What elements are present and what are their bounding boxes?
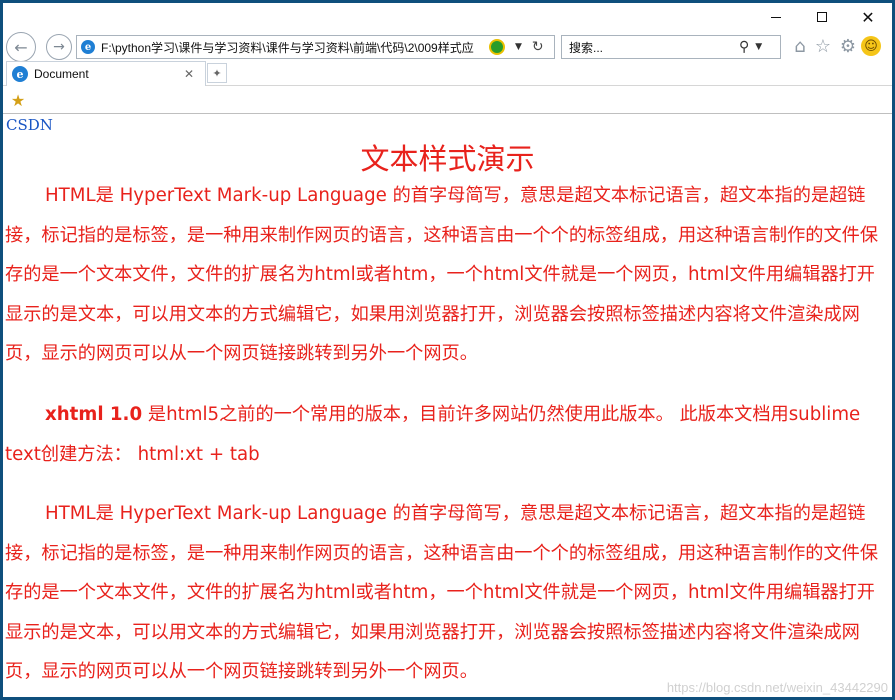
back-arrow-icon: ← <box>14 37 28 57</box>
address-text[interactable]: F:\python学习\课件与学习资料\课件与学习资料\前端\代码\2\009样… <box>101 39 489 56</box>
favorites-bar: ★ <box>3 86 892 114</box>
forward-button[interactable]: → <box>46 34 72 60</box>
minimize-icon <box>771 16 781 18</box>
settings-gear-icon[interactable]: ⚙ <box>837 35 859 57</box>
paragraph-html-intro-repeat: HTML是 HyperText Mark-up Language 的首字母简写，… <box>5 503 879 682</box>
maximize-icon <box>817 12 827 22</box>
title-bar: ✕ <box>3 3 892 31</box>
minimize-button[interactable] <box>753 3 799 31</box>
ie-icon: e <box>81 40 95 54</box>
add-favorites-icon[interactable]: ★ <box>9 91 27 110</box>
refresh-icon[interactable]: ↻ <box>532 39 544 55</box>
browser-window: ✕ ← → e F:\python学习\课件与学习资料\课件与学习资料\前端\代… <box>3 3 892 697</box>
search-box[interactable]: 搜索... ⚲ ▼ <box>561 35 781 59</box>
address-bar[interactable]: e F:\python学习\课件与学习资料\课件与学习资料\前端\代码\2\00… <box>76 35 555 59</box>
page-title: 文本样式演示 <box>360 142 535 176</box>
tab-bar: e Document ✕ ✦ <box>3 61 892 86</box>
csdn-link[interactable]: CSDN <box>6 116 53 134</box>
paragraph-html-intro: HTML是 HyperText Mark-up Language 的首字母简写，… <box>5 185 879 364</box>
compat-view-icon[interactable] <box>489 39 505 55</box>
navigation-bar: ← → e F:\python学习\课件与学习资料\课件与学习资料\前端\代码\… <box>3 31 892 62</box>
home-icon[interactable]: ⌂ <box>789 35 811 57</box>
paragraph-xhtml: xhtml 1.0 是html5之前的一个常用的版本，目前许多网站仍然使用此版本… <box>5 395 890 474</box>
xhtml-bold-label: xhtml 1.0 <box>45 404 143 425</box>
search-icon[interactable]: ⚲ <box>739 39 749 55</box>
feedback-smiley-icon[interactable]: ☺ <box>861 36 881 56</box>
address-dropdown-icon[interactable]: ▼ <box>515 42 522 52</box>
forward-arrow-icon: → <box>53 39 65 55</box>
tab-label: Document <box>34 67 89 81</box>
favorites-star-icon[interactable]: ☆ <box>812 35 834 57</box>
watermark: https://blog.csdn.net/weixin_43442290 <box>666 680 888 695</box>
tab-document[interactable]: e Document ✕ <box>6 61 206 86</box>
search-dropdown-icon[interactable]: ▼ <box>755 42 762 52</box>
tab-close-icon[interactable]: ✕ <box>184 67 194 81</box>
back-button[interactable]: ← <box>6 32 36 62</box>
page-content: CSDN 文本样式演示 HTML是 HyperText Mark-up Lang… <box>3 114 892 697</box>
close-button[interactable]: ✕ <box>845 3 891 31</box>
new-tab-button[interactable]: ✦ <box>207 63 227 83</box>
maximize-button[interactable] <box>799 3 845 31</box>
ie-icon: e <box>12 66 28 82</box>
new-tab-icon: ✦ <box>212 66 222 80</box>
search-input[interactable]: 搜索... <box>569 39 739 56</box>
close-icon: ✕ <box>861 7 875 27</box>
